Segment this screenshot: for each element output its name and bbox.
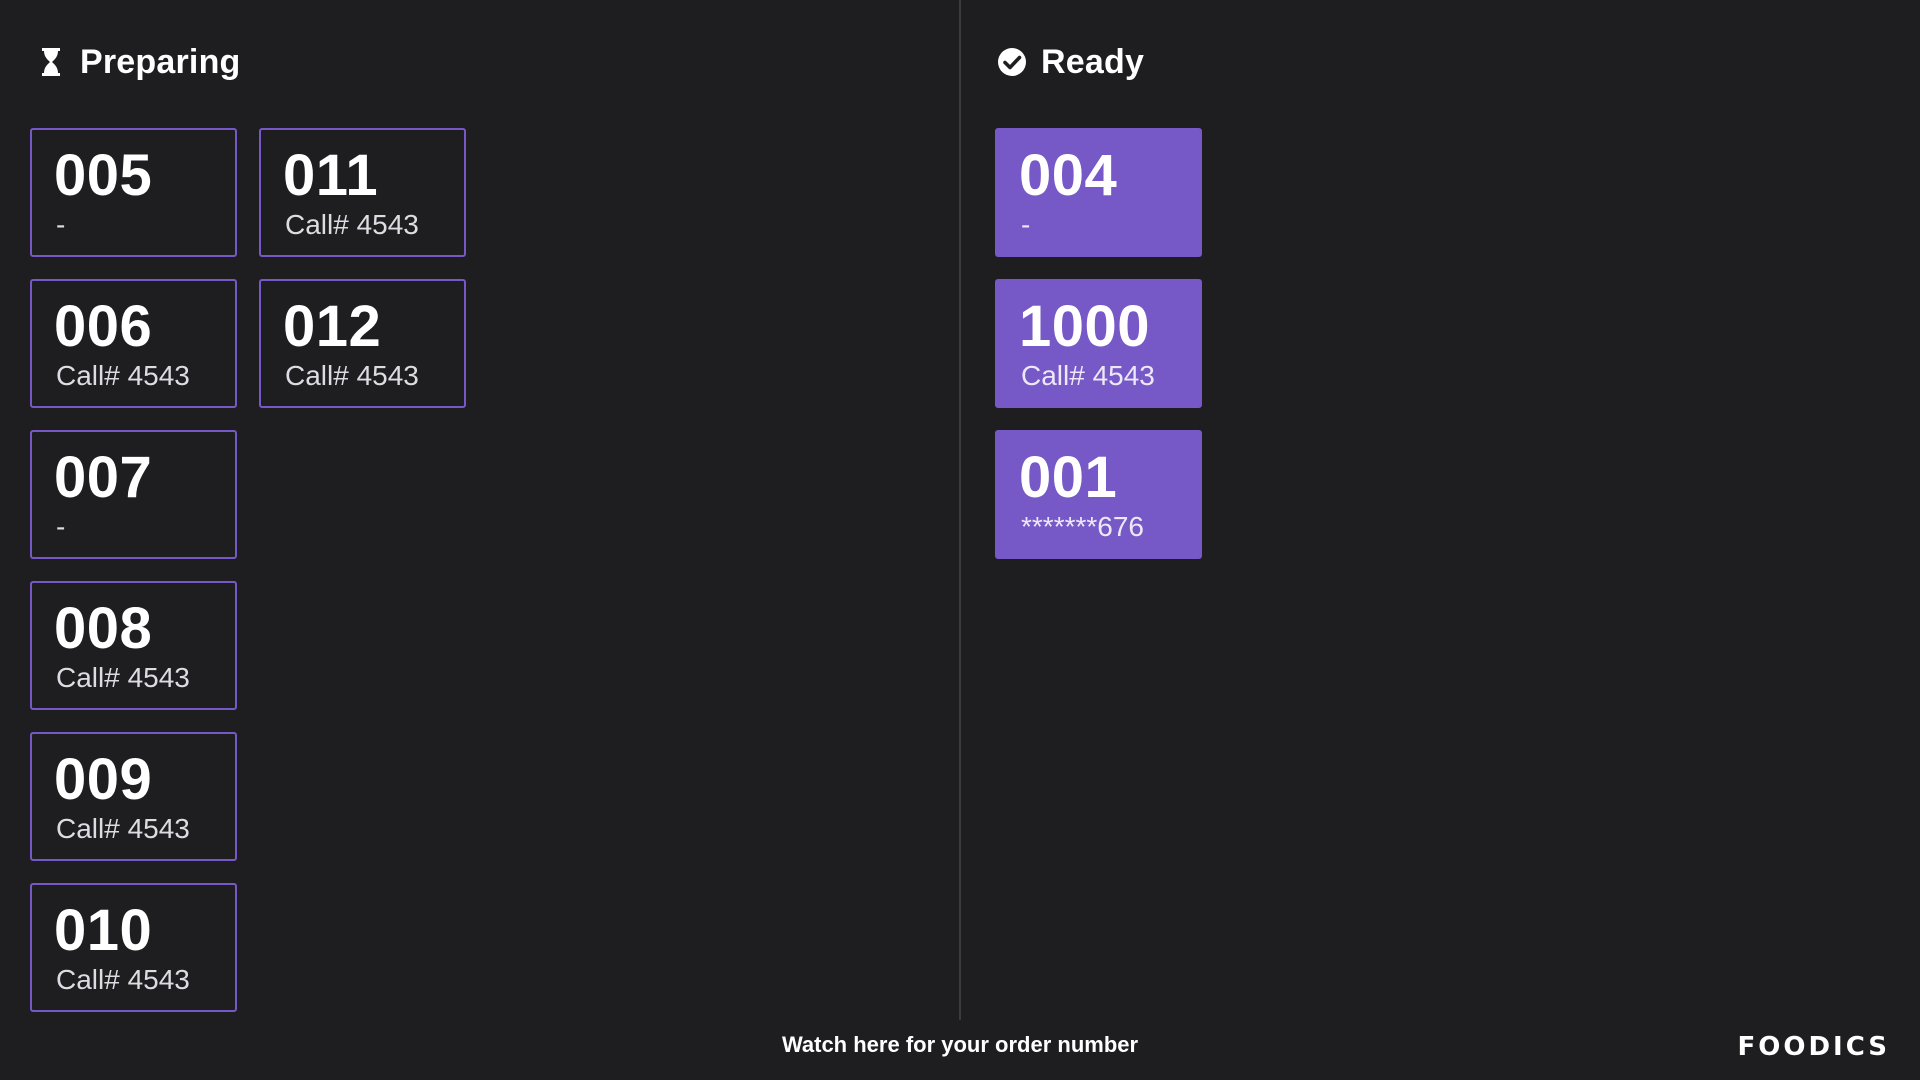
ready-panel: Ready 004 - 1000 Call# 4543 001 *******6… bbox=[961, 0, 1920, 1020]
order-card: 004 - bbox=[995, 128, 1202, 257]
preparing-title: Preparing bbox=[80, 42, 241, 81]
order-card: 1000 Call# 4543 bbox=[995, 279, 1202, 408]
order-card: 010 Call# 4543 bbox=[30, 883, 237, 1012]
order-number: 004 bbox=[1019, 143, 1118, 208]
order-status-board: Preparing 005 - 006 Call# 4543 007 - 008 bbox=[0, 0, 1920, 1080]
order-number: 005 bbox=[54, 143, 153, 208]
order-number: 010 bbox=[54, 898, 153, 963]
order-card: 009 Call# 4543 bbox=[30, 732, 237, 861]
brand-logo: FOODICS bbox=[1737, 1032, 1890, 1062]
order-card: 005 - bbox=[30, 128, 237, 257]
ready-title: Ready bbox=[1041, 42, 1145, 81]
order-number: 008 bbox=[54, 596, 153, 661]
preparing-orders: 005 - 006 Call# 4543 007 - 008 Call# 454… bbox=[30, 128, 466, 1012]
order-number: 012 bbox=[283, 294, 382, 359]
preparing-column-1: 005 - 006 Call# 4543 007 - 008 Call# 454… bbox=[30, 128, 237, 1012]
order-card: 007 - bbox=[30, 430, 237, 559]
order-call-number: - bbox=[56, 209, 66, 240]
order-number: 1000 bbox=[1019, 294, 1151, 359]
order-call-number: Call# 4543 bbox=[285, 209, 419, 240]
ready-header: Ready bbox=[997, 40, 1144, 84]
preparing-panel: Preparing 005 - 006 Call# 4543 007 - 008 bbox=[0, 0, 959, 1020]
ready-orders: 004 - 1000 Call# 4543 001 *******676 bbox=[995, 128, 1202, 559]
order-call-number: Call# 4543 bbox=[1021, 360, 1155, 391]
order-number: 001 bbox=[1019, 445, 1118, 510]
preparing-column-2: 011 Call# 4543 012 Call# 4543 bbox=[259, 128, 466, 1012]
order-call-number: - bbox=[56, 511, 66, 542]
order-number: 009 bbox=[54, 747, 153, 812]
order-number: 007 bbox=[54, 445, 153, 510]
preparing-header: Preparing bbox=[36, 40, 241, 84]
order-call-number: - bbox=[1021, 209, 1031, 240]
check-circle-icon bbox=[997, 47, 1027, 77]
order-call-number: Call# 4543 bbox=[56, 662, 190, 693]
order-card: 008 Call# 4543 bbox=[30, 581, 237, 710]
footer-message: Watch here for your order number bbox=[781, 1032, 1139, 1057]
order-call-number: Call# 4543 bbox=[56, 964, 190, 995]
order-number: 006 bbox=[54, 294, 153, 359]
order-card: 011 Call# 4543 bbox=[259, 128, 466, 257]
order-call-number: Call# 4543 bbox=[56, 813, 190, 844]
order-call-number: Call# 4543 bbox=[56, 360, 190, 391]
ready-column-1: 004 - 1000 Call# 4543 001 *******676 bbox=[995, 128, 1202, 559]
order-call-number: *******676 bbox=[1021, 511, 1144, 542]
order-card: 012 Call# 4543 bbox=[259, 279, 466, 408]
order-card: 006 Call# 4543 bbox=[30, 279, 237, 408]
order-call-number: Call# 4543 bbox=[285, 360, 419, 391]
order-number: 011 bbox=[283, 143, 379, 208]
hourglass-icon bbox=[36, 47, 66, 77]
order-card: 001 *******676 bbox=[995, 430, 1202, 559]
